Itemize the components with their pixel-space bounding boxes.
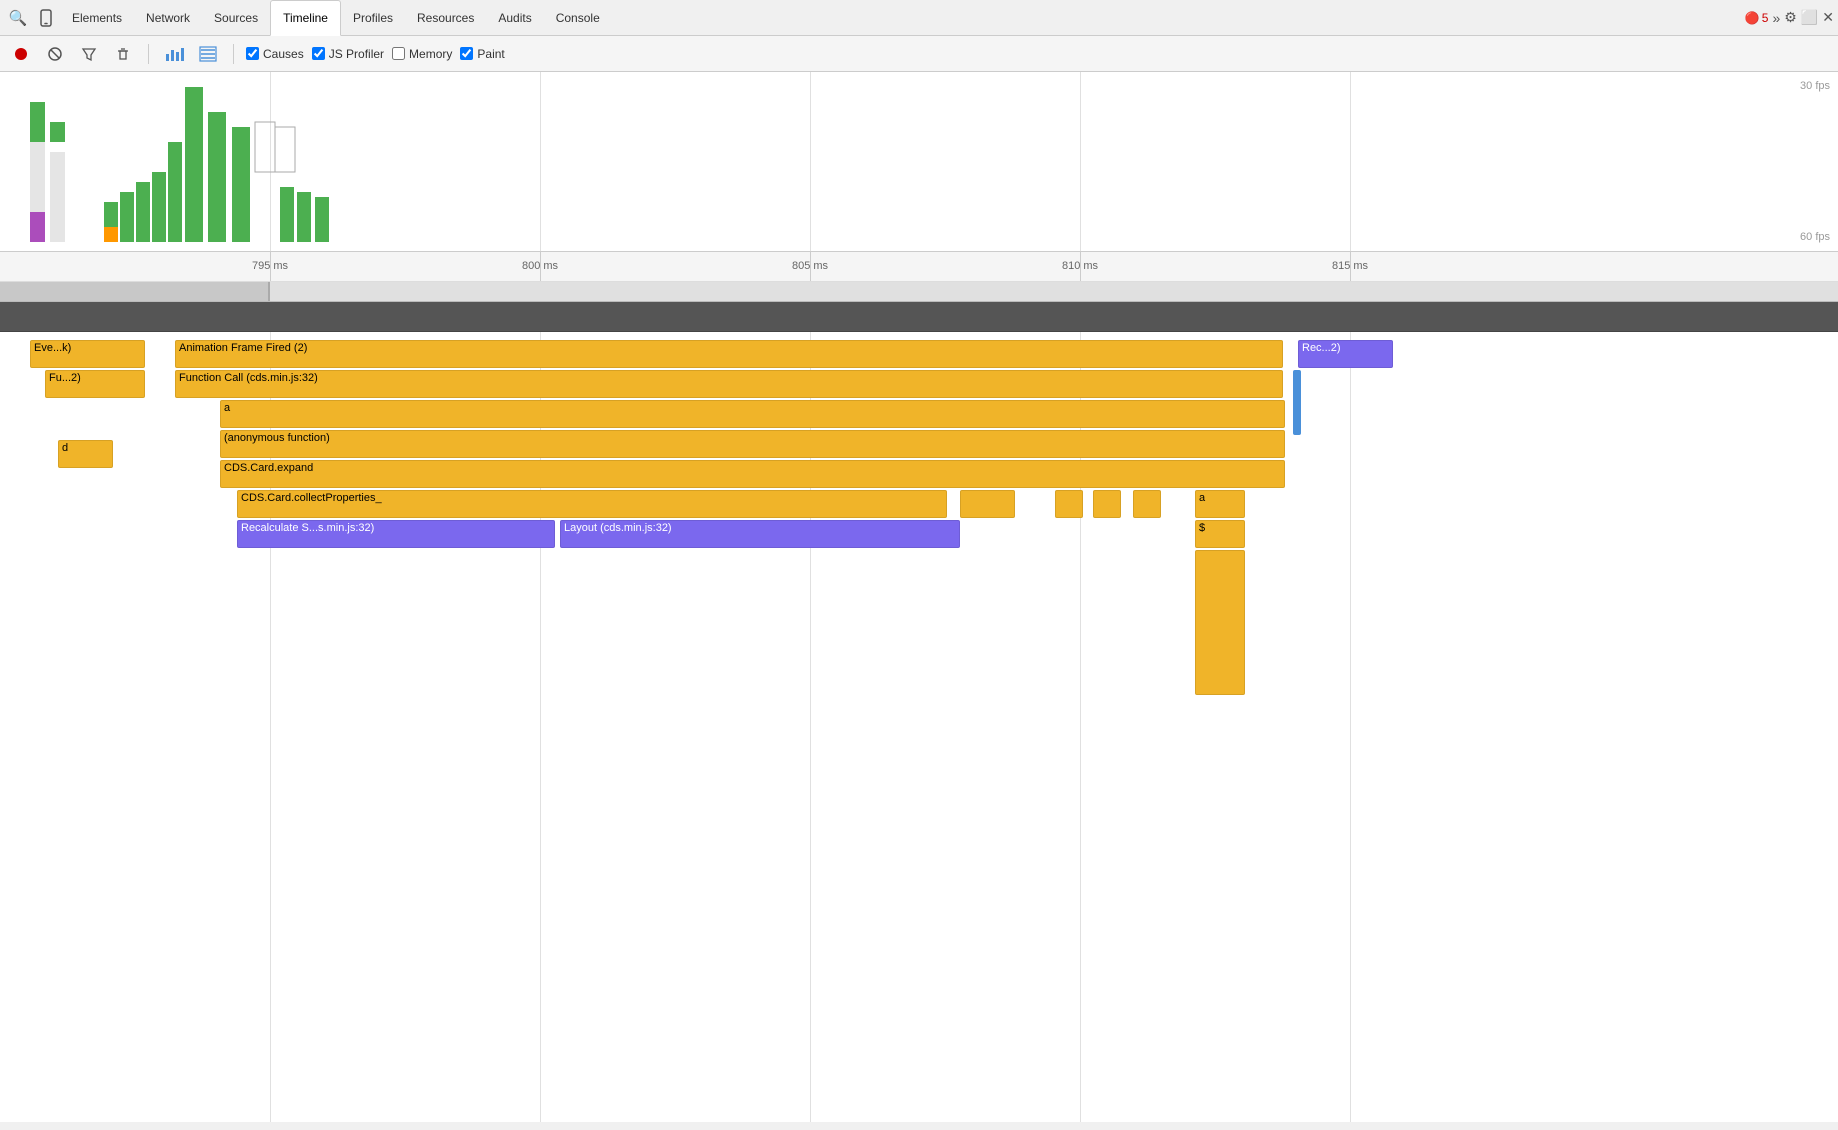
paint-label: Paint	[477, 47, 504, 61]
causes-checkbox[interactable]	[246, 47, 259, 60]
flame-label-anon-func: (anonymous function)	[224, 432, 330, 444]
flame-block-function-call[interactable]: Function Call (cds.min.js:32)	[175, 370, 1283, 398]
fps-60-label: 60 fps	[1800, 231, 1830, 243]
red-triangle-indicator	[931, 521, 959, 548]
flame-block-rec-2[interactable]: Rec...2)	[1298, 340, 1393, 368]
js-profiler-checkbox-label[interactable]: JS Profiler	[312, 47, 384, 61]
time-ruler: 795 ms 800 ms 805 ms 810 ms 815 ms	[0, 252, 1838, 282]
tab-profiles[interactable]: Profiles	[341, 0, 405, 36]
tab-console[interactable]: Console	[544, 0, 612, 36]
clear-button[interactable]	[42, 41, 68, 67]
flame-label-recalculate: Recalculate S...s.min.js:32)	[241, 522, 374, 534]
timeline-area[interactable]: 30 fps 60 fps	[0, 72, 1838, 252]
memory-label: Memory	[409, 47, 452, 61]
search-icon[interactable]: 🔍	[4, 4, 32, 32]
filter-button[interactable]	[76, 41, 102, 67]
paint-checkbox-label[interactable]: Paint	[460, 47, 504, 61]
fps-labels: 30 fps 60 fps	[1800, 72, 1830, 251]
flame-label-animation-frame: Animation Frame Fired (2)	[179, 342, 307, 354]
controls-bar: Causes JS Profiler Memory Paint	[0, 36, 1838, 72]
tab-right-controls: 🔴 5 » ⚙ ⬜ ✕	[1745, 9, 1834, 26]
flame-label-a-right: a	[1199, 492, 1205, 504]
bar-chart-icon[interactable]	[161, 41, 187, 67]
flame-label-function-call: Function Call (cds.min.js:32)	[179, 372, 318, 384]
memory-checkbox[interactable]	[392, 47, 405, 60]
flame-block-recalculate[interactable]: Recalculate S...s.min.js:32)	[237, 520, 555, 548]
tick-795ms: 795 ms	[252, 260, 288, 272]
causes-checkbox-label[interactable]: Causes	[246, 47, 304, 61]
tab-resources[interactable]: Resources	[405, 0, 486, 36]
error-indicator: 🔴 5	[1745, 11, 1769, 25]
flame-block-cds-collect[interactable]: CDS.Card.collectProperties_	[237, 490, 947, 518]
flame-chart[interactable]: Eve...k) Fu...2) d Animation Frame Fired…	[0, 332, 1838, 1122]
error-count: 5	[1762, 11, 1769, 25]
flame-block-dollar[interactable]: $	[1195, 520, 1245, 548]
flame-label-dollar: $	[1199, 522, 1205, 534]
trash-button[interactable]	[110, 41, 136, 67]
scrubber-area[interactable]	[0, 282, 1838, 302]
flame-label-fu-2: Fu...2)	[49, 372, 81, 384]
js-profiler-checkbox[interactable]	[312, 47, 325, 60]
flame-block-layout[interactable]: Layout (cds.min.js:32)	[560, 520, 960, 548]
fps-30-label: 30 fps	[1800, 80, 1830, 92]
flame-block-chunk3[interactable]	[1093, 490, 1121, 518]
tab-network[interactable]: Network	[134, 0, 202, 36]
flame-label-cds-expand: CDS.Card.expand	[224, 462, 313, 474]
tab-timeline[interactable]: Timeline	[270, 0, 341, 36]
console-arrows-icon[interactable]: »	[1772, 10, 1780, 26]
flame-label-rec-2: Rec...2)	[1302, 342, 1341, 354]
flame-block-anon-func[interactable]: (anonymous function)	[220, 430, 1285, 458]
flame-block-chunk4[interactable]	[1133, 490, 1161, 518]
flame-block-a-right[interactable]: a	[1195, 490, 1245, 518]
flame-block-cds-expand[interactable]: CDS.Card.expand	[220, 460, 1285, 488]
flame-label-layout: Layout (cds.min.js:32)	[564, 522, 672, 534]
tab-audits[interactable]: Audits	[486, 0, 543, 36]
flame-block-fu-2[interactable]: Fu...2)	[45, 370, 145, 398]
flame-block-chunk1[interactable]	[960, 490, 1015, 518]
tab-bar: 🔍 Elements Network Sources Timeline Prof…	[0, 0, 1838, 36]
error-dot-icon: 🔴	[1745, 11, 1760, 25]
flame-block-eve-k[interactable]: Eve...k)	[30, 340, 145, 368]
paint-checkbox[interactable]	[460, 47, 473, 60]
window-icon[interactable]: ⬜	[1801, 9, 1818, 26]
flame-label-cds-collect: CDS.Card.collectProperties_	[241, 492, 382, 504]
tick-815ms: 815 ms	[1332, 260, 1368, 272]
device-icon[interactable]	[32, 4, 60, 32]
flame-grid-5	[1350, 332, 1351, 1122]
flame-label-d: d	[62, 442, 68, 454]
settings-icon[interactable]: ⚙	[1784, 9, 1797, 26]
flame-block-tall-right[interactable]	[1195, 550, 1245, 695]
memory-checkbox-label[interactable]: Memory	[392, 47, 452, 61]
flame-label-a: a	[224, 402, 230, 414]
flame-block-d[interactable]: d	[58, 440, 113, 468]
dark-header-bar	[0, 302, 1838, 332]
tab-sources[interactable]: Sources	[202, 0, 270, 36]
scrubber-handle[interactable]	[0, 282, 270, 301]
js-profiler-label: JS Profiler	[329, 47, 384, 61]
tick-805ms: 805 ms	[792, 260, 828, 272]
close-icon[interactable]: ✕	[1822, 9, 1834, 26]
list-view-icon[interactable]	[195, 41, 221, 67]
main-content: 30 fps 60 fps 795 ms 800 ms 805 ms 810 m…	[0, 72, 1838, 1122]
flame-block-animation-frame[interactable]: Animation Frame Fired (2)	[175, 340, 1283, 368]
tick-810ms: 810 ms	[1062, 260, 1098, 272]
separator-2	[233, 44, 234, 64]
fps-chart	[0, 72, 1800, 242]
tab-elements[interactable]: Elements	[60, 0, 134, 36]
flame-block-a[interactable]: a	[220, 400, 1285, 428]
flame-block-blue-bar[interactable]	[1293, 370, 1301, 435]
separator-1	[148, 44, 149, 64]
flame-label-eve-k: Eve...k)	[34, 342, 71, 354]
record-button[interactable]	[8, 41, 34, 67]
tick-800ms: 800 ms	[522, 260, 558, 272]
causes-label: Causes	[263, 47, 304, 61]
flame-block-chunk2[interactable]	[1055, 490, 1083, 518]
